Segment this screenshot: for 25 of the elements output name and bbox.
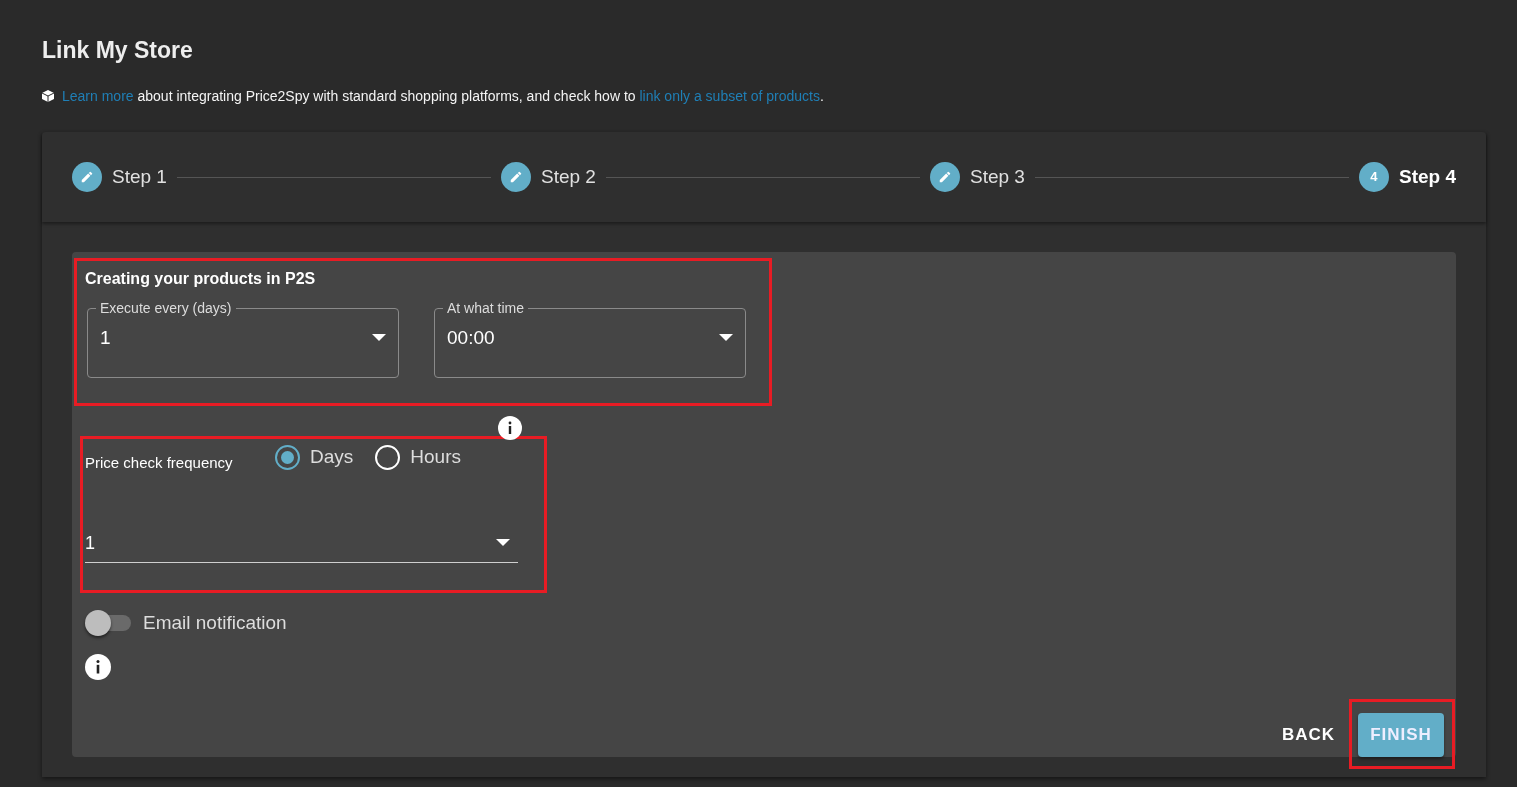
info-icon — [85, 654, 111, 680]
box-icon — [42, 90, 54, 102]
pencil-icon — [80, 170, 94, 184]
radio-option[interactable]: Hours — [375, 443, 461, 472]
pencil-icon — [937, 170, 952, 184]
select-field[interactable]: At what time 00:00 — [434, 299, 746, 378]
pencil-icon — [509, 170, 523, 184]
email-notification-label: Email notification — [143, 610, 287, 635]
back-button[interactable]: BACK — [1271, 713, 1345, 757]
frequency-label: Price check frequency — [85, 453, 234, 473]
radio-option[interactable]: Days — [275, 443, 354, 472]
intro-text: Learn more about integrating Price2Spy with standard shopping platforms, and check how to link only a subset of products. — [62, 87, 824, 106]
frequency-select[interactable]: 1 — [85, 524, 518, 563]
caret-icon — [496, 539, 510, 547]
info-icon — [498, 416, 522, 440]
caret-icon — [719, 334, 733, 342]
section-title: Creating your products in P2S — [85, 269, 317, 289]
step[interactable]: Step 3 — [929, 162, 1025, 192]
step[interactable]: Step 1 — [72, 162, 167, 192]
toggle-switch[interactable] — [85, 609, 133, 636]
step[interactable]: 4 Step 4 — [1358, 162, 1456, 192]
page-title: Link My Store — [42, 36, 194, 65]
select-field[interactable]: Execute every (days) 1 — [87, 299, 399, 378]
caret-icon — [372, 334, 386, 342]
step[interactable]: Step 2 — [501, 162, 596, 192]
